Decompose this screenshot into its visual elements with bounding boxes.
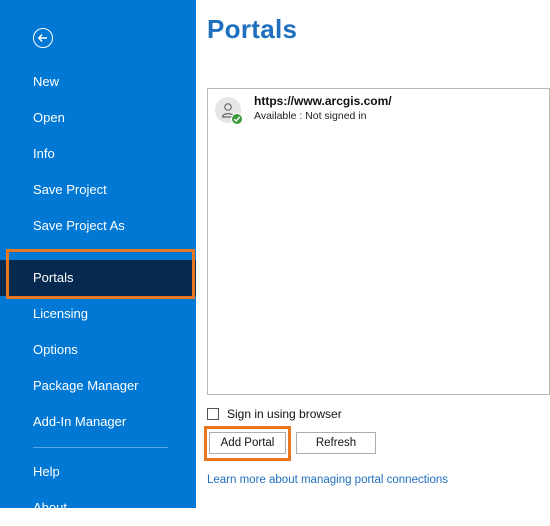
refresh-button[interactable]: Refresh	[296, 432, 376, 454]
sidebar-item-package-manager[interactable]: Package Manager	[0, 368, 196, 404]
page-title: Portals	[207, 14, 298, 44]
sidebar-item-save-project-as[interactable]: Save Project As	[0, 208, 196, 244]
portal-list[interactable]: https://www.arcgis.com/ Available : Not …	[207, 88, 550, 395]
sidebar-divider	[33, 447, 168, 448]
checkmark-icon	[231, 113, 243, 125]
sidebar-item-portals[interactable]: Portals	[0, 260, 196, 296]
sidebar-item-about[interactable]: About	[0, 490, 196, 526]
back-arrow-icon	[37, 33, 47, 43]
portal-url: https://www.arcgis.com/	[254, 94, 392, 108]
portal-list-item[interactable]: https://www.arcgis.com/ Available : Not …	[209, 90, 535, 130]
sidebar-item-add-in-manager[interactable]: Add-In Manager	[0, 404, 196, 440]
sidebar-item-help[interactable]: Help	[0, 454, 196, 490]
backstage-sidebar: New Open Info Save Project Save Project …	[0, 0, 196, 515]
sidebar-item-save-project[interactable]: Save Project	[0, 172, 196, 208]
sidebar-item-options[interactable]: Options	[0, 332, 196, 368]
back-button[interactable]	[33, 28, 53, 48]
learn-more-link[interactable]: Learn more about managing portal connect…	[207, 474, 448, 486]
sidebar-item-new[interactable]: New	[0, 64, 196, 100]
sign-in-browser-label: Sign in using browser	[227, 407, 342, 421]
sign-in-browser-checkbox[interactable]	[207, 408, 219, 420]
portal-status: Available : Not signed in	[254, 110, 367, 122]
sidebar-item-licensing[interactable]: Licensing	[0, 296, 196, 332]
add-portal-button[interactable]: Add Portal	[209, 432, 286, 454]
sidebar-item-open[interactable]: Open	[0, 100, 196, 136]
sidebar-item-info[interactable]: Info	[0, 136, 196, 172]
